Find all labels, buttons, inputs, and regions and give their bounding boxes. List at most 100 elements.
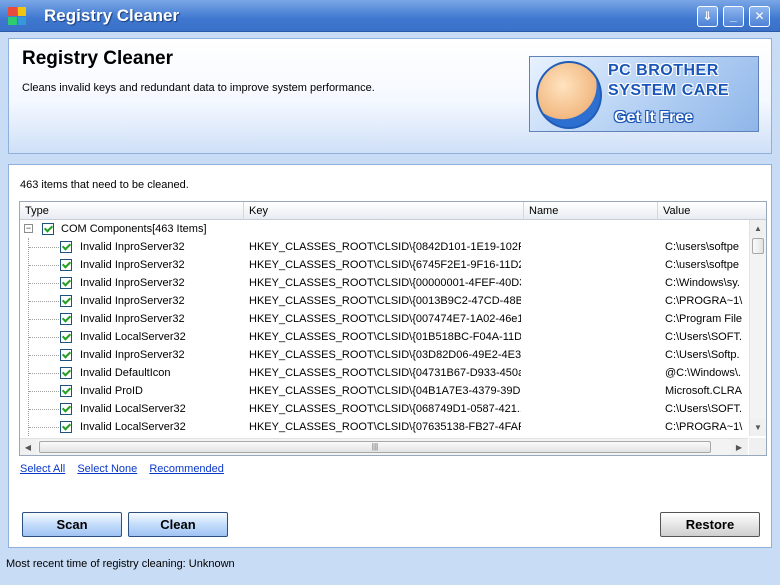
row-value: C:\Users\Softp. <box>665 349 740 361</box>
scroll-right-icon[interactable]: ▶ <box>731 439 747 455</box>
column-key[interactable]: Key <box>244 202 524 220</box>
row-key: HKEY_CLASSES_ROOT\CLSID\{04731B67-D933-4… <box>249 367 521 379</box>
ad-line-3: Get It Free <box>614 109 694 126</box>
tree-branch <box>29 301 59 302</box>
tree-branch <box>29 265 59 266</box>
close-button[interactable]: ✕ <box>749 6 770 27</box>
clean-button[interactable]: Clean <box>128 512 228 537</box>
recommended-link[interactable]: Recommended <box>149 463 224 475</box>
collapse-icon[interactable]: − <box>24 224 33 233</box>
vertical-scrollbar[interactable]: ▲ ▼ <box>749 220 766 436</box>
scroll-down-icon[interactable]: ▼ <box>750 419 766 436</box>
row-key: HKEY_CLASSES_ROOT\CLSID\{04B1A7E3-4379-3… <box>249 385 521 397</box>
row-checkbox[interactable] <box>60 241 72 253</box>
scroll-left-icon[interactable]: ◀ <box>20 439 36 455</box>
table-row[interactable]: Invalid ProID HKEY_CLASSES_ROOT\CLSID\{04… <box>20 382 748 400</box>
tree-branch <box>29 373 59 374</box>
page-title: Registry Cleaner <box>22 48 174 69</box>
table-row[interactable]: Invalid InproServer32 HKEY_CLASSES_ROOT\C… <box>20 274 748 292</box>
row-checkbox[interactable] <box>60 421 72 433</box>
row-value: C:\PROGRA~1\ <box>665 295 743 307</box>
header-panel: Registry Cleaner Cleans invalid keys and… <box>8 38 772 154</box>
restore-button[interactable]: Restore <box>660 512 760 537</box>
row-key: HKEY_CLASSES_ROOT\CLSID\{07635138-FB27-4… <box>249 421 521 433</box>
table-row[interactable]: Invalid LocalServer32 HKEY_CLASSES_ROOT\C… <box>20 328 748 346</box>
table-row[interactable]: Invalid InproServer32 HKEY_CLASSES_ROOT\C… <box>20 238 748 256</box>
row-checkbox[interactable] <box>60 259 72 271</box>
vertical-scroll-thumb[interactable] <box>752 238 764 254</box>
row-key: HKEY_CLASSES_ROOT\CLSID\{00000001-4FEF-4… <box>249 277 521 289</box>
row-checkbox[interactable] <box>60 331 72 343</box>
row-type: Invalid LocalServer32 <box>80 421 186 433</box>
selection-links: Select All Select None Recommended <box>20 463 233 475</box>
tree-branch <box>29 283 59 284</box>
grid-body: − COM Components[463 Items] Invalid Inpr… <box>20 220 748 436</box>
tree-branch <box>29 337 59 338</box>
row-type: Invalid ProID <box>80 385 143 397</box>
row-key: HKEY_CLASSES_ROOT\CLSID\{01B518BC-F04A-1… <box>249 331 521 343</box>
column-value[interactable]: Value <box>658 202 766 220</box>
row-value: C:\Users\SOFT. <box>665 403 743 415</box>
group-checkbox[interactable] <box>42 223 54 235</box>
horizontal-scroll-thumb[interactable]: ||| <box>39 441 711 453</box>
minimize-button[interactable]: _ <box>723 6 744 27</box>
row-checkbox[interactable] <box>60 349 72 361</box>
tree-branch <box>29 355 59 356</box>
tree-branch <box>29 391 59 392</box>
scan-button[interactable]: Scan <box>22 512 122 537</box>
select-none-link[interactable]: Select None <box>77 463 137 475</box>
ad-line-2: SYSTEM CARE <box>608 82 730 99</box>
row-type: Invalid LocalServer32 <box>80 331 186 343</box>
row-value: C:\Users\SOFT. <box>665 331 743 343</box>
row-checkbox[interactable] <box>60 385 72 397</box>
horizontal-scrollbar[interactable]: ◀ ||| ▶ <box>20 438 748 455</box>
row-key: HKEY_CLASSES_ROOT\CLSID\{0013B9C2-47CD-4… <box>249 295 521 307</box>
group-row[interactable]: − COM Components[463 Items] <box>20 220 748 238</box>
table-row[interactable]: Invalid InproServer32 HKEY_CLASSES_ROOT\C… <box>20 346 748 364</box>
row-value: C:\users\softpe <box>665 241 739 253</box>
window-title: Registry Cleaner <box>44 6 180 25</box>
row-checkbox[interactable] <box>60 277 72 289</box>
row-type: Invalid InproServer32 <box>80 349 185 361</box>
select-all-link[interactable]: Select All <box>20 463 65 475</box>
row-value: C:\Program File <box>665 313 743 325</box>
status-text: Most recent time of registry cleaning: U… <box>6 558 235 570</box>
row-type: Invalid InproServer32 <box>80 241 185 253</box>
row-key: HKEY_CLASSES_ROOT\CLSID\{0842D101-1E19-1… <box>249 241 521 253</box>
row-value: Microsoft.CLRA <box>665 385 743 397</box>
menu-down-button[interactable]: ⇓ <box>697 6 718 27</box>
row-checkbox[interactable] <box>60 403 72 415</box>
table-row[interactable]: Invalid InproServer32 HKEY_CLASSES_ROOT\C… <box>20 292 748 310</box>
row-value: C:\users\softpe <box>665 259 739 271</box>
mascot-icon <box>536 61 602 129</box>
table-row[interactable]: Invalid DefaultIcon HKEY_CLASSES_ROOT\CLS… <box>20 364 748 382</box>
scroll-up-icon[interactable]: ▲ <box>750 220 766 237</box>
tree-branch <box>29 319 59 320</box>
table-row[interactable]: Invalid InproServer32 HKEY_CLASSES_ROOT\C… <box>20 310 748 328</box>
ad-line-1: PC BROTHER <box>608 62 719 79</box>
row-type: Invalid InproServer32 <box>80 277 185 289</box>
row-checkbox[interactable] <box>60 313 72 325</box>
row-checkbox[interactable] <box>60 367 72 379</box>
table-row[interactable]: Invalid LocalServer32 HKEY_CLASSES_ROOT\C… <box>20 400 748 418</box>
row-checkbox[interactable] <box>60 295 72 307</box>
app-icon <box>8 7 26 25</box>
table-row[interactable]: Invalid InproServer32 HKEY_CLASSES_ROOT\C… <box>20 256 748 274</box>
tree-branch <box>29 427 59 428</box>
main-panel: 463 items that need to be cleaned. Type … <box>8 164 772 548</box>
column-type[interactable]: Type <box>20 202 244 220</box>
items-count: 463 items that need to be cleaned. <box>20 179 189 191</box>
tree-branch <box>29 247 59 248</box>
row-type: Invalid LocalServer32 <box>80 403 186 415</box>
ad-banner[interactable]: PC BROTHER SYSTEM CARE Get It Free <box>529 56 759 132</box>
row-key: HKEY_CLASSES_ROOT\CLSID\{6745F2E1-9F16-1… <box>249 259 521 271</box>
row-type: Invalid InproServer32 <box>80 259 185 271</box>
row-key: HKEY_CLASSES_ROOT\CLSID\{007474E7-1A02-4… <box>249 313 521 325</box>
row-type: Invalid DefaultIcon <box>80 367 171 379</box>
page-description: Cleans invalid keys and redundant data t… <box>22 82 375 94</box>
row-type: Invalid InproServer32 <box>80 295 185 307</box>
row-type: Invalid InproServer32 <box>80 313 185 325</box>
column-name[interactable]: Name <box>524 202 658 220</box>
row-value: C:\PROGRA~1\ <box>665 421 743 433</box>
table-row[interactable]: Invalid LocalServer32 HKEY_CLASSES_ROOT\C… <box>20 418 748 436</box>
